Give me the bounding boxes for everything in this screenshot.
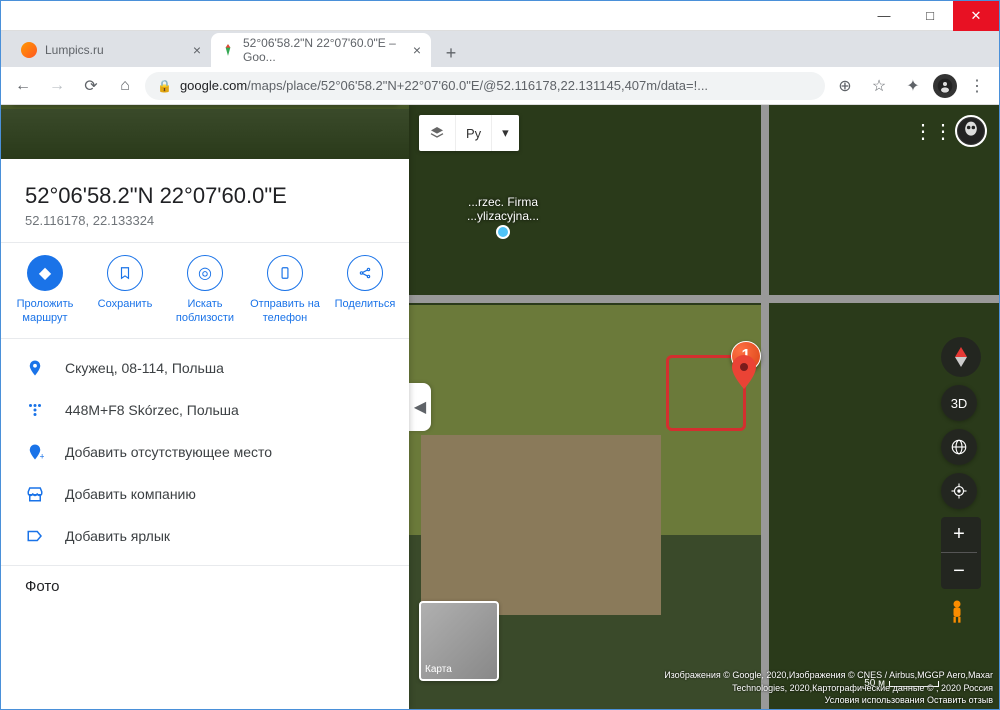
svg-text:+: + [40, 451, 45, 461]
map-layer-controls: Ру ▾ [419, 115, 519, 151]
tab-title: 52°06'58.2"N 22°07'60.0"E – Goo... [243, 36, 405, 64]
map-attribution: Изображения © Google, 2020,Изображения ©… [411, 667, 999, 709]
pluscode-text: 448M+F8 Skórzec, Польша [65, 402, 239, 418]
tab-title: Lumpics.ru [45, 43, 104, 57]
send-to-phone-button[interactable]: Отправить на телефон [245, 255, 325, 326]
zoom-out-button[interactable]: − [941, 553, 977, 589]
place-header: 52°06'58.2"N 22°07'60.0"E 52.116178, 22.… [1, 165, 409, 242]
close-tab-icon[interactable]: × [413, 42, 421, 58]
maximize-button[interactable]: □ [907, 1, 953, 31]
search-nearby-button[interactable]: ◎ Искать поблизости [165, 255, 245, 326]
tab-strip: Lumpics.ru × 52°06'58.2"N 22°07'60.0"E –… [1, 31, 999, 67]
3d-button[interactable]: 3D [941, 385, 977, 421]
tab-google-maps[interactable]: 52°06'58.2"N 22°07'60.0"E – Goo... × [211, 33, 431, 67]
pluscode-item[interactable]: 448M+F8 Skórzec, Польша [1, 389, 409, 431]
place-coordinates: 52.116178, 22.133324 [25, 213, 385, 228]
add-missing-text: Добавить отсутствующее место [65, 444, 272, 460]
reload-button[interactable]: ⟳ [77, 72, 105, 100]
profile-avatar[interactable] [933, 74, 957, 98]
address-bar: ← → ⟳ ⌂ 🔒 google.com/maps/place/52°06'58… [1, 67, 999, 105]
zoom-indicator-icon[interactable]: ⊕ [831, 72, 859, 100]
lock-icon: 🔒 [157, 79, 172, 93]
chrome-menu-icon[interactable]: ⋮ [963, 72, 991, 100]
add-business-item[interactable]: Добавить компанию [1, 473, 409, 515]
back-button[interactable]: ← [9, 72, 37, 100]
url-text: google.com/maps/place/52°06'58.2"N+22°07… [180, 78, 813, 93]
phone-icon [267, 255, 303, 291]
action-row: ◆ Проложить маршрут Сохранить ◎ Искать п… [1, 243, 409, 338]
window-title-bar: — □ ✕ [1, 1, 999, 31]
minimap-toggle[interactable]: Карта [419, 601, 499, 681]
extensions-icon[interactable]: ✦ [899, 72, 927, 100]
location-pin[interactable] [732, 355, 756, 389]
add-label-text: Добавить ярлык [65, 528, 170, 544]
label-icon [25, 527, 45, 545]
url-field[interactable]: 🔒 google.com/maps/place/52°06'58.2"N+22°… [145, 72, 825, 100]
address-item[interactable]: Скужец, 08-114, Польша [1, 347, 409, 389]
add-label-item[interactable]: Добавить ярлык [1, 515, 409, 557]
globe-button[interactable] [941, 429, 977, 465]
poi-label[interactable]: ...rzec. Firma ...ylizacyjna... [467, 195, 539, 239]
my-location-button[interactable] [941, 473, 977, 509]
pluscode-icon [25, 401, 45, 419]
directions-button[interactable]: ◆ Проложить маршрут [5, 255, 85, 326]
share-button[interactable]: Поделиться [325, 255, 405, 326]
new-tab-button[interactable]: + [437, 39, 465, 67]
account-avatar[interactable] [955, 115, 987, 147]
photo-section-title: Фото [1, 566, 409, 599]
nearby-icon: ◎ [187, 255, 223, 291]
layer-dropdown[interactable]: ▾ [492, 115, 519, 151]
pin-icon [25, 359, 45, 377]
close-window-button[interactable]: ✕ [953, 1, 999, 31]
minimize-button[interactable]: — [861, 1, 907, 31]
home-button[interactable]: ⌂ [111, 72, 139, 100]
favicon-icon [221, 42, 235, 58]
info-list: Скужец, 08-114, Польша 448M+F8 Skórzec, … [1, 339, 409, 565]
layers-button[interactable] [419, 115, 456, 151]
place-sidebar: ☰ ✕ 52°06'58.2"N 22°07'60.0"E 52.116178,… [1, 105, 409, 709]
favicon-icon [21, 42, 37, 58]
map-top-right: ⋮⋮⋮ [913, 115, 987, 147]
share-icon [347, 255, 383, 291]
pegman-icon[interactable] [941, 597, 973, 629]
zoom-controls: + − [941, 517, 981, 589]
collapse-sidebar-button[interactable]: ◀ [409, 383, 431, 431]
add-missing-place-item[interactable]: + Добавить отсутствующее место [1, 431, 409, 473]
close-tab-icon[interactable]: × [193, 42, 201, 58]
add-business-icon [25, 485, 45, 503]
zoom-in-button[interactable]: + [941, 517, 977, 553]
place-title: 52°06'58.2"N 22°07'60.0"E [25, 183, 385, 209]
bookmark-icon[interactable]: ☆ [865, 72, 893, 100]
address-text: Скужец, 08-114, Польша [65, 360, 224, 376]
map-right-controls: 3D + − [941, 337, 981, 629]
tab-lumpics[interactable]: Lumpics.ru × [11, 33, 211, 67]
google-apps-icon[interactable]: ⋮⋮⋮ [913, 119, 937, 143]
bookmark-icon [107, 255, 143, 291]
add-place-icon: + [25, 443, 45, 461]
save-button[interactable]: Сохранить [85, 255, 165, 326]
compass-icon[interactable] [941, 337, 981, 377]
directions-icon: ◆ [27, 255, 63, 291]
add-business-text: Добавить компанию [65, 486, 196, 502]
language-button[interactable]: Ру [456, 115, 492, 151]
poi-pin-icon [496, 225, 510, 239]
forward-button[interactable]: → [43, 72, 71, 100]
